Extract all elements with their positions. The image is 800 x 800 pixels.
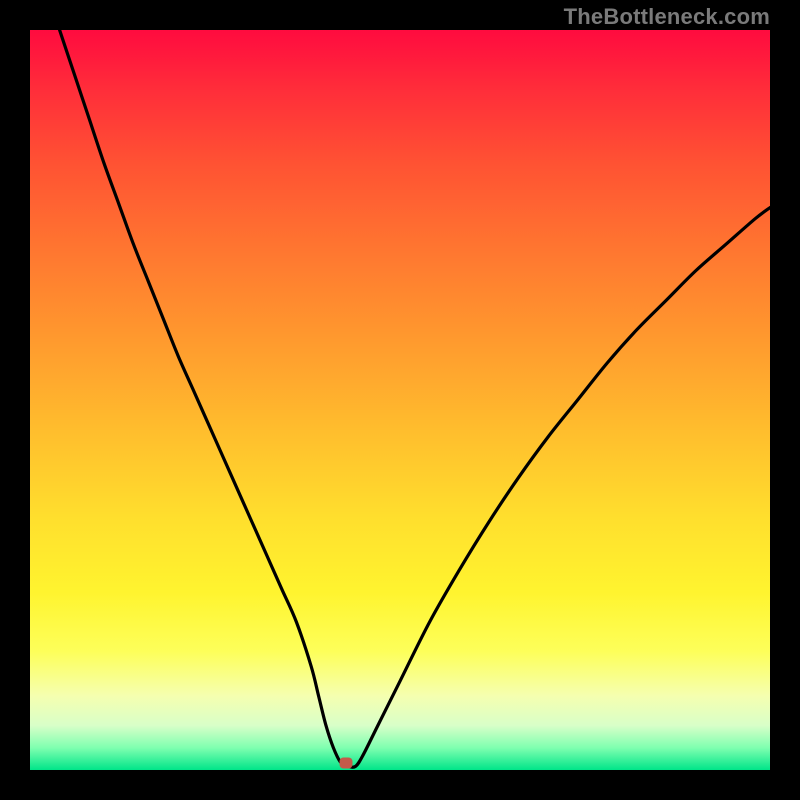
optimum-marker [339,757,352,768]
plot-area [30,30,770,770]
chart-frame: TheBottleneck.com [0,0,800,800]
watermark-text: TheBottleneck.com [564,4,770,30]
bottleneck-curve [60,30,770,767]
curve-svg [30,30,770,770]
